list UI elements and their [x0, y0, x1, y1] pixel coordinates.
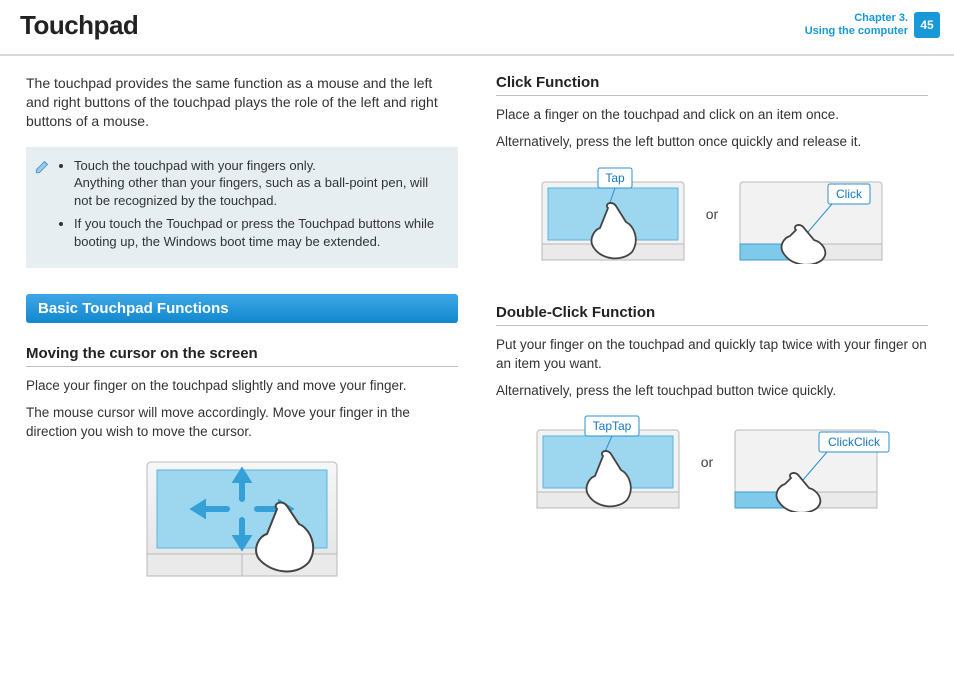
- heading-double-click-function: Double-Click Function: [496, 304, 928, 326]
- note-box: Touch the touchpad with your fingers onl…: [26, 147, 458, 269]
- or-text-click: or: [706, 206, 718, 222]
- note-list: Touch the touchpad with your fingers onl…: [62, 157, 446, 257]
- click-label: Click: [836, 187, 863, 201]
- figure-moving-cursor: [26, 454, 458, 584]
- note-icon: [34, 157, 54, 257]
- touchpad-clickclick-illustration: ClickClick: [731, 412, 891, 512]
- section-bar-basic-functions: Basic Touchpad Functions: [26, 294, 458, 323]
- page-header: Touchpad Chapter 3. Using the computer 4…: [0, 0, 954, 56]
- touchpad-taptap-illustration: TapTap: [533, 412, 683, 512]
- chapter-text: Chapter 3. Using the computer: [805, 12, 908, 38]
- page-title: Touchpad: [20, 10, 138, 41]
- touchpad-tap-illustration: Tap: [538, 164, 688, 264]
- note-item-2: If you touch the Touchpad or press the T…: [74, 215, 446, 250]
- or-text-dclick: or: [701, 454, 713, 470]
- note-item-1-line1: Touch the touchpad with your fingers onl…: [74, 158, 316, 173]
- click-function-p2: Alternatively, press the left button onc…: [496, 133, 928, 152]
- touchpad-arrows-illustration: [137, 454, 347, 584]
- double-click-p2: Alternatively, press the left touchpad b…: [496, 382, 928, 401]
- taptap-label: TapTap: [592, 419, 631, 433]
- chapter-line-2: Using the computer: [805, 25, 908, 38]
- double-click-p1: Put your finger on the touchpad and quic…: [496, 336, 928, 374]
- intro-paragraph: The touchpad provides the same function …: [26, 74, 458, 131]
- note-item-1-line2: Anything other than your fingers, such a…: [74, 175, 428, 208]
- tap-label: Tap: [605, 171, 625, 185]
- chapter-block: Chapter 3. Using the computer 45: [805, 10, 940, 38]
- note-item-1: Touch the touchpad with your fingers onl…: [74, 157, 446, 210]
- moving-cursor-p2: The mouse cursor will move accordingly. …: [26, 404, 458, 442]
- chapter-line-1: Chapter 3.: [805, 12, 908, 25]
- click-function-p1: Place a finger on the touchpad and click…: [496, 106, 928, 125]
- figure-double-click-function: TapTap or ClickClick: [496, 412, 928, 512]
- right-column: Click Function Place a finger on the tou…: [496, 74, 928, 612]
- clickclick-label: ClickClick: [828, 435, 881, 449]
- touchpad-click-illustration: Click: [736, 164, 886, 264]
- page-number-badge: 45: [914, 12, 940, 38]
- content-columns: The touchpad provides the same function …: [0, 56, 954, 612]
- heading-moving-cursor: Moving the cursor on the screen: [26, 345, 458, 367]
- moving-cursor-p1: Place your finger on the touchpad slight…: [26, 377, 458, 396]
- left-column: The touchpad provides the same function …: [26, 74, 458, 612]
- heading-click-function: Click Function: [496, 74, 928, 96]
- figure-click-function: Tap or Click: [496, 164, 928, 264]
